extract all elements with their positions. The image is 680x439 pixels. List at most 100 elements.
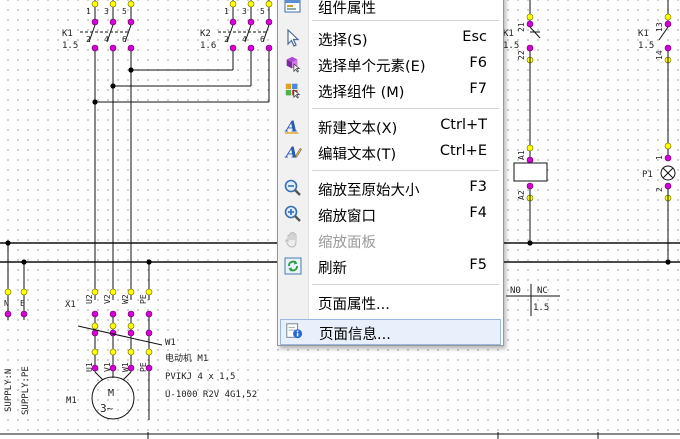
pin-k1-6: 6 [122, 35, 127, 44]
menu-item-select-component[interactable]: 选择组件 (M) F7 [280, 78, 501, 102]
pin-k1-3: 3 [104, 7, 109, 16]
arrow-cursor-icon [284, 29, 302, 47]
relay-k1-ref: K1 [62, 29, 73, 39]
terminal-pin-w2: W2 [121, 294, 130, 304]
menu-shortcut: Ctrl+T [440, 117, 487, 133]
pin-r1-21: 21 [517, 22, 526, 32]
menu-label: 页面属性... [318, 297, 390, 313]
relay-r2-sub: 1.5 [638, 41, 654, 51]
contact-nc-header: NC [537, 286, 548, 296]
pin-k2-6: 6 [260, 35, 265, 44]
supply-terminals[interactable]: N E SUPPLY:N SUPPLY:PE [4, 243, 31, 415]
supply-label-pe: SUPPLY:PE [21, 366, 31, 415]
menu-separator [312, 20, 499, 21]
supply-label-n: SUPPLY:N [4, 369, 14, 412]
edit-text-icon: A [284, 143, 302, 161]
relay-k1-nc-contact[interactable]: K1 1.5 21 22 [503, 0, 541, 162]
relay-r1-ref: K1 [503, 29, 514, 39]
cable-line-2: PVIKJ 4 x 1,5 [165, 372, 235, 382]
motor-m1[interactable]: M 3~ M1 [66, 371, 150, 420]
menu-label: 选择(S) [318, 33, 368, 49]
menu-item-zoom-pan: 缩放面板 [280, 228, 501, 252]
supply-pin-n: N [4, 299, 9, 308]
lamp-pin-2: 2 [655, 187, 664, 192]
hand-icon [284, 231, 302, 249]
menu-item-select-single-element[interactable]: 选择单个元素(E) F6 [280, 52, 501, 76]
menu-label: 新建文本(X) [318, 121, 398, 137]
menu-item-zoom-window[interactable]: 缩放窗口 F4 [280, 202, 501, 226]
relay-r2-ref: K1 [638, 29, 649, 39]
component-properties-icon [284, 0, 302, 15]
relay-k1-left[interactable]: K1 1.5 1 3 5 2 4 6 [62, 0, 135, 52]
cable-w1[interactable]: W1 电动机 M1 PVIKJ 4 x 1,5 U-1000 R2V 4G1,5… [77, 325, 257, 400]
select-component-icon [284, 81, 302, 99]
menu-separator [312, 170, 499, 171]
menu-shortcut: F7 [469, 81, 487, 97]
supply-pin-e: E [20, 299, 25, 308]
contact-no-header: NO [510, 286, 521, 296]
menu-label: 缩放至原始大小 [318, 183, 420, 199]
svg-text:A: A [284, 143, 298, 161]
relay-k2-sub: 1.6 [200, 41, 216, 51]
contact-table: NO NC 1.5 [506, 284, 560, 316]
pin-r2-13: 13 [655, 22, 664, 32]
relay-coil[interactable]: A1 A2 [513, 144, 548, 243]
menu-item-edit-text[interactable]: A 编辑文本(T) Ctrl+E [280, 140, 501, 164]
menu-shortcut: F6 [469, 55, 487, 71]
menu-separator [312, 108, 499, 109]
menu-item-zoom-original[interactable]: 缩放至原始大小 F3 [280, 176, 501, 200]
relay-k2[interactable]: K2 1.6 1 3 5 2 4 6 [200, 0, 273, 52]
motor-ref: M1 [66, 396, 77, 406]
menu-item-component-properties[interactable]: 组件属性 [280, 0, 501, 18]
motor-pin-pe: PE [139, 362, 148, 372]
lamp-p1[interactable]: P1 1 2 [642, 142, 676, 262]
menu-label: 刷新 [318, 261, 347, 277]
pin-k2-2: 2 [224, 35, 229, 44]
refresh-icon [284, 257, 302, 275]
menu-label: 缩放窗口 [318, 209, 376, 225]
terminal-pin-pe: PE [139, 294, 148, 304]
pin-k2-3: 3 [242, 7, 247, 16]
coil-pin-a1: A1 [517, 150, 526, 160]
menu-label: 选择组件 (M) [318, 85, 405, 101]
context-menu: 组件属性 选择(S) Esc 选择单个元素(E) F6 选择组件 (M) F7 … [277, 0, 504, 346]
menu-item-select[interactable]: 选择(S) Esc [280, 26, 501, 50]
pin-r2-14: 14 [655, 50, 664, 60]
lamp-pin-1: 1 [655, 155, 664, 160]
menu-label: 选择单个元素(E) [318, 59, 426, 75]
menu-label: 页面信息... [319, 327, 391, 343]
menu-item-new-text[interactable]: A 新建文本(X) Ctrl+T [280, 114, 501, 138]
contact-value: 1.5 [533, 303, 549, 313]
menu-shortcut: Esc [462, 29, 487, 45]
cable-ref: W1 [165, 338, 176, 348]
relay-r1-sub: 1.5 [503, 41, 519, 51]
lamp-ref: P1 [642, 170, 653, 180]
menu-separator [312, 284, 499, 285]
terminal-x1[interactable]: X1 U2 V2 W2 PE [65, 288, 153, 372]
pin-k1-5: 5 [122, 7, 127, 16]
zoom-in-icon [284, 205, 302, 223]
motor-symbol: M [108, 388, 114, 399]
menu-item-refresh[interactable]: 刷新 F5 [280, 254, 501, 278]
new-text-icon: A [284, 117, 302, 135]
pin-k1-4: 4 [104, 35, 109, 44]
pin-k2-4: 4 [242, 35, 247, 44]
cable-line-3: U-1000 R2V 4G1,52 [165, 390, 257, 400]
menu-item-page-info[interactable]: 页面信息... [280, 319, 501, 345]
motor-pin-u1: U1 [85, 362, 94, 372]
zoom-out-icon [284, 179, 302, 197]
motor-pin-v1: V1 [103, 362, 112, 372]
motor-phase: 3~ [100, 402, 114, 415]
select-element-icon [284, 55, 302, 73]
page-info-icon [285, 322, 303, 340]
menu-item-page-properties[interactable]: 页面属性... [280, 290, 501, 314]
terminal-pin-v2: V2 [103, 294, 112, 304]
pin-k2-1: 1 [224, 7, 229, 16]
menu-shortcut: F4 [469, 205, 487, 221]
menu-shortcut: Ctrl+E [439, 143, 487, 159]
menu-shortcut: F5 [469, 257, 487, 273]
menu-shortcut: F3 [469, 179, 487, 195]
pin-k1-2: 2 [86, 35, 91, 44]
relay-k1-no-contact[interactable]: K1 1.5 13 14 [638, 0, 672, 158]
coil-pin-a2: A2 [517, 190, 526, 200]
